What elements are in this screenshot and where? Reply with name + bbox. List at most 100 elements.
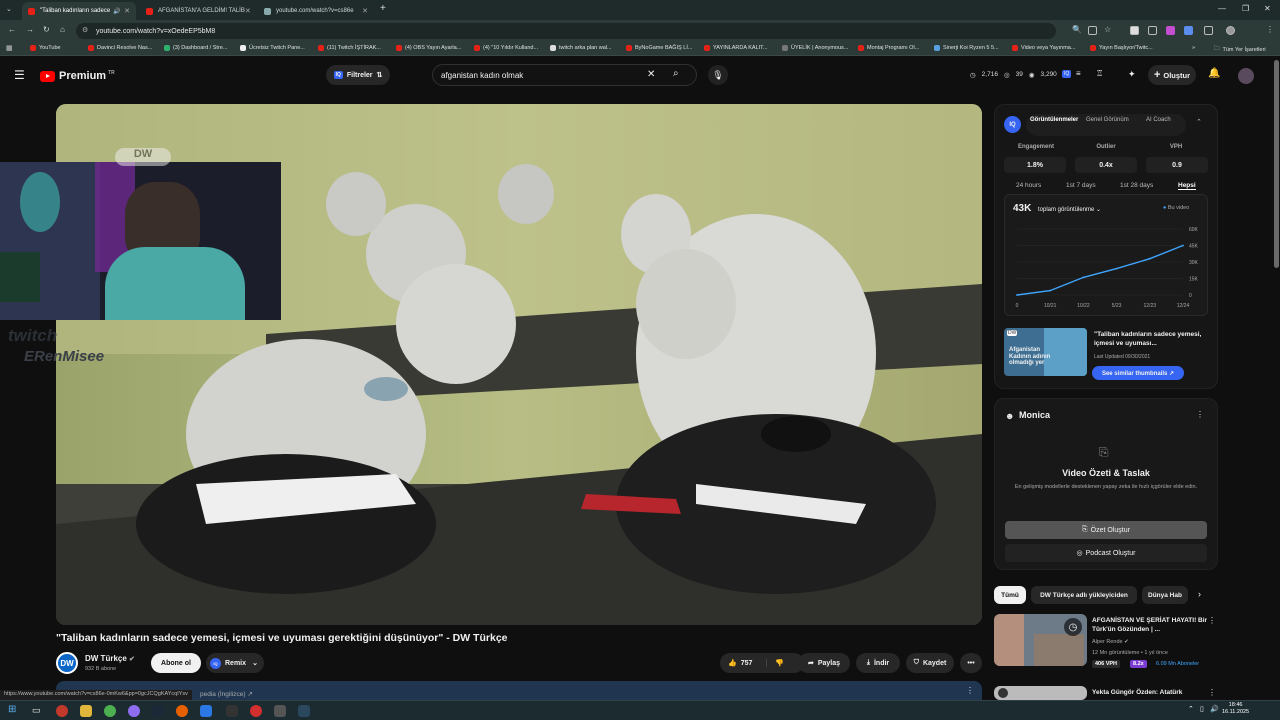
all-bookmarks[interactable]: 🗀 Tüm Yer İşaretleri bbox=[1214, 45, 1266, 54]
vidiq-icon[interactable]: IQ bbox=[1062, 70, 1072, 78]
reload-icon[interactable]: ↻ bbox=[43, 25, 50, 34]
menu-dots-icon[interactable]: ⋮ bbox=[1196, 410, 1204, 419]
close-tab-icon[interactable]: ✕ bbox=[362, 7, 368, 15]
bookmark-item[interactable]: ÜYELİK | Anonymous... bbox=[782, 45, 848, 51]
site-info-icon[interactable]: ⚙ bbox=[82, 26, 88, 34]
file-explorer-icon[interactable] bbox=[80, 705, 92, 717]
more-actions-button[interactable]: ••• bbox=[960, 653, 982, 673]
filters-button[interactable]: IQ Filtreler ⇅ bbox=[326, 65, 390, 85]
app-icon[interactable] bbox=[274, 705, 286, 717]
bookmark-item[interactable]: Davinci Resolve Nas... bbox=[88, 45, 152, 51]
search-icon[interactable]: ⌕ bbox=[673, 68, 679, 79]
home-icon[interactable]: ⌂ bbox=[60, 25, 65, 34]
extension-icon[interactable] bbox=[1184, 26, 1193, 35]
download-button[interactable]: ⤓ İndir bbox=[856, 653, 900, 673]
microphone-icon[interactable]: 🎙 bbox=[708, 65, 728, 85]
similar-thumbnails-button[interactable]: See similar thumbnails ↗ bbox=[1092, 366, 1184, 380]
firefox-icon[interactable] bbox=[176, 705, 188, 717]
description-snippet[interactable]: pedia (İngilizce) ↗ bbox=[200, 690, 253, 698]
tab-ai-coach[interactable]: AI Coach bbox=[1146, 117, 1171, 123]
chip-all[interactable]: Tümü bbox=[994, 586, 1026, 604]
tab-overview[interactable]: Genel Görünüm bbox=[1086, 117, 1129, 123]
extension-icon[interactable] bbox=[1166, 26, 1175, 35]
extension-icon[interactable] bbox=[1130, 26, 1139, 35]
tab-2[interactable]: AFGANİSTAN'A GELDİM! TALİB ✕ bbox=[140, 2, 255, 20]
tab-views[interactable]: Görüntülenmeler bbox=[1030, 117, 1078, 123]
menu-dots-icon[interactable]: ⋮ bbox=[1208, 688, 1216, 697]
list-icon[interactable]: ≡ bbox=[1076, 69, 1081, 78]
app-icon[interactable] bbox=[200, 705, 212, 717]
forward-icon[interactable]: → bbox=[26, 25, 34, 34]
podcast-button[interactable]: ◎ Podcast Oluştur bbox=[1005, 544, 1207, 562]
app-icon[interactable] bbox=[226, 705, 238, 717]
volume-icon[interactable]: 🔊 bbox=[1210, 705, 1219, 713]
youtube-logo[interactable]: Premium TR bbox=[40, 70, 115, 82]
task-view-icon[interactable]: ▭ bbox=[32, 705, 41, 716]
description-box[interactable]: ⋮ bbox=[56, 681, 982, 701]
rec-channel[interactable]: Alper Rende ✔ bbox=[1092, 639, 1129, 645]
back-icon[interactable]: ← bbox=[8, 25, 16, 34]
channel-name[interactable]: DW Türkçe ✔ bbox=[85, 654, 135, 663]
page-scrollbar[interactable] bbox=[1274, 60, 1279, 268]
steam-icon[interactable] bbox=[152, 705, 164, 717]
hamburger-menu-icon[interactable]: ☰ bbox=[14, 68, 25, 82]
chevron-right-icon[interactable]: › bbox=[1198, 589, 1201, 599]
watch-later-icon[interactable]: ◷ bbox=[1064, 618, 1082, 636]
extensions-puzzle-icon[interactable] bbox=[1204, 26, 1213, 35]
tab-search-icon[interactable]: ⌄ bbox=[6, 5, 12, 13]
obs-icon[interactable] bbox=[56, 705, 68, 717]
create-button[interactable]: + Oluştur bbox=[1148, 65, 1196, 85]
bookmark-item[interactable]: twitch arka plan wal... bbox=[550, 45, 612, 51]
rec-title[interactable]: AFGANİSTAN VE ŞERİAT HAYATI! Bir Türk'ün… bbox=[1092, 616, 1208, 634]
chrome-icon[interactable] bbox=[104, 705, 116, 717]
chip-world-news[interactable]: Dünya Hab bbox=[1142, 586, 1188, 604]
close-tab-icon[interactable]: ✕ bbox=[124, 7, 130, 15]
apps-grid-icon[interactable]: ▦ bbox=[6, 44, 13, 52]
search-input[interactable]: afganistan kadın olmak ✕ ⌕ bbox=[432, 64, 697, 86]
range-24h[interactable]: 24 hours bbox=[1016, 182, 1041, 189]
like-icon[interactable]: 👍 bbox=[728, 659, 737, 667]
menu-dots-icon[interactable]: ⋮ bbox=[1208, 616, 1216, 625]
cast-icon[interactable] bbox=[1088, 26, 1097, 35]
start-windows-icon[interactable]: ⊞ bbox=[8, 704, 16, 715]
watch-later-icon[interactable] bbox=[998, 688, 1008, 698]
taskbar-clock[interactable]: 18:46 16.11.2025 bbox=[1222, 702, 1249, 716]
range-28d[interactable]: 1st 28 days bbox=[1120, 182, 1153, 189]
more-bookmarks-icon[interactable]: » bbox=[1192, 45, 1195, 51]
rec-thumbnail[interactable] bbox=[994, 686, 1087, 700]
opera-icon[interactable] bbox=[250, 705, 262, 717]
account-avatar[interactable] bbox=[1238, 68, 1254, 84]
thumbnail-image[interactable]: DW Afganistan Kadının adının olmadığı ye… bbox=[1004, 328, 1087, 376]
url-bar[interactable]: ⚙ youtube.com/watch?v=xOedeEP5bM8 bbox=[76, 23, 1056, 39]
new-tab-icon[interactable]: + bbox=[380, 3, 386, 14]
range-all[interactable]: Hepsi bbox=[1178, 182, 1196, 190]
channel-avatar[interactable]: DW bbox=[56, 652, 78, 674]
share-button[interactable]: ➦ Paylaş bbox=[798, 653, 850, 673]
profile-avatar-icon[interactable] bbox=[1226, 26, 1235, 35]
rec-title[interactable]: Yekta Güngör Özden: Atatürk bbox=[1092, 688, 1208, 697]
speaker-icon[interactable]: 🔊 bbox=[113, 8, 120, 15]
zoom-icon[interactable]: 🔍 bbox=[1072, 25, 1082, 34]
collapse-chevron-icon[interactable]: ⌃ bbox=[1196, 118, 1202, 126]
close-tab-icon[interactable]: ✕ bbox=[245, 7, 251, 15]
bookmark-item[interactable]: YouTube bbox=[30, 45, 61, 51]
range-7d[interactable]: 1st 7 days bbox=[1066, 182, 1096, 189]
notifications-bell-icon[interactable]: 🔔 bbox=[1208, 68, 1220, 79]
minimize-icon[interactable]: — bbox=[1218, 4, 1226, 13]
extension-icon[interactable] bbox=[1148, 26, 1157, 35]
bookmark-item[interactable]: ByNoGame BAĞIŞ Lİ... bbox=[626, 45, 692, 51]
tab-1[interactable]: "Taliban kadınların sadece 🔊 ✕ bbox=[22, 2, 136, 20]
save-button[interactable]: ⛉ Kaydet bbox=[906, 653, 954, 673]
like-count[interactable]: 757 bbox=[741, 660, 753, 667]
summary-button[interactable]: ⎘ Özet Oluştur bbox=[1005, 521, 1207, 539]
remix-button[interactable]: IQ Remix ⌄ bbox=[206, 653, 264, 673]
bookmark-item[interactable]: Yayın Başlıyor/Twitc... bbox=[1090, 45, 1153, 51]
menu-dots-icon[interactable]: ⋮ bbox=[966, 686, 974, 695]
tab-3[interactable]: youtube.com/watch?v=cs86e ✕ bbox=[258, 2, 374, 20]
trophy-icon[interactable]: ♖ bbox=[1096, 69, 1103, 78]
bookmark-item[interactable]: YAYINLARDA KALIT... bbox=[704, 45, 768, 51]
bookmark-item[interactable]: Video veya Yayınma... bbox=[1012, 45, 1075, 51]
bookmark-star-icon[interactable]: ☆ bbox=[1104, 25, 1111, 34]
subscribe-button[interactable]: Abone ol bbox=[151, 653, 201, 673]
bookmark-item[interactable]: (3) Dashboard / Stre... bbox=[164, 45, 227, 51]
